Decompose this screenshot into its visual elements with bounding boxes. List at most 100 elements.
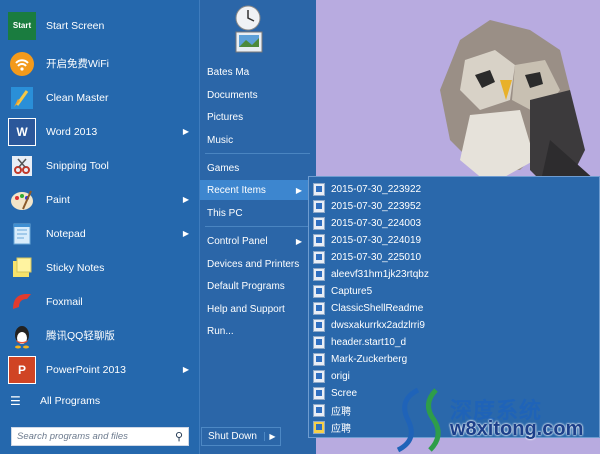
- word-icon: W: [8, 117, 36, 146]
- ppt-tile-text: P: [17, 362, 26, 377]
- palette-icon: [8, 186, 36, 214]
- shutdown-options-arrow-icon[interactable]: ▶: [264, 432, 280, 441]
- recent-item-label: 应聘: [331, 423, 351, 435]
- program-paint[interactable]: Paint ▶: [8, 184, 193, 215]
- image-file-icon: [313, 182, 325, 196]
- submenu-arrow-icon: ▶: [182, 195, 189, 204]
- program-snipping-tool[interactable]: Snipping Tool: [8, 150, 193, 181]
- powerpoint-icon: P: [8, 355, 36, 384]
- program-qq[interactable]: 腾讯QQ轻聊版: [8, 320, 193, 351]
- word-document-icon: [313, 403, 325, 417]
- submenu-arrow-icon: ▶: [295, 185, 302, 195]
- place-label: Devices and Printers: [207, 258, 300, 270]
- program-notepad[interactable]: Notepad ▶: [8, 218, 193, 249]
- foxmail-icon: [8, 288, 36, 316]
- all-programs-label: All Programs: [40, 395, 101, 407]
- recent-item-label: Mark-Zuckerberg: [331, 353, 408, 365]
- recent-item-label: aleevf31hm1jk23rtqbz: [331, 268, 429, 280]
- program-label: Clean Master: [46, 91, 109, 104]
- place-documents[interactable]: Documents: [206, 85, 310, 105]
- place-recent-items[interactable]: Recent Items ▶: [200, 180, 310, 200]
- place-label: Control Panel: [207, 235, 268, 247]
- recent-item[interactable]: aleevf31hm1jk23rtqbz: [313, 265, 473, 283]
- program-label: 腾讯QQ轻聊版: [46, 330, 115, 342]
- place-pictures[interactable]: Pictures: [206, 107, 310, 127]
- program-label: Notepad: [46, 227, 86, 240]
- place-run[interactable]: Run...: [206, 321, 310, 341]
- program-label: Paint: [46, 193, 70, 206]
- qq-penguin-icon: [8, 322, 36, 350]
- submenu-arrow-icon: ▶: [295, 236, 302, 246]
- submenu-arrow-icon: ▶: [182, 127, 189, 136]
- image-file-icon: [313, 386, 325, 400]
- recent-item[interactable]: 2015-07-30_225010: [313, 248, 473, 266]
- recent-item[interactable]: 2015-07-30_223952: [313, 197, 473, 215]
- submenu-arrow-icon: ▶: [182, 365, 189, 374]
- recent-item-label: origi: [331, 370, 350, 382]
- program-label: PowerPoint 2013: [46, 363, 126, 376]
- recent-item-label: Capture5: [331, 285, 373, 297]
- recent-item-label: 2015-07-30_224003: [331, 217, 422, 229]
- user-picture-icon: [235, 5, 263, 53]
- recent-item[interactable]: 2015-07-30_224003: [313, 214, 473, 232]
- image-file-icon: [313, 250, 325, 264]
- place-label: Games: [207, 162, 240, 174]
- recent-item-label: 2015-07-30_224019: [331, 234, 422, 246]
- program-label: Word 2013: [46, 125, 98, 138]
- place-games[interactable]: Games: [206, 158, 310, 178]
- place-control-panel[interactable]: Control Panel ▶: [206, 231, 310, 251]
- place-help-support[interactable]: Help and Support: [206, 299, 310, 319]
- start-screen-tile-text: Start: [12, 21, 32, 30]
- place-label: Music: [207, 134, 234, 146]
- recent-item-label: header.start10_d: [331, 336, 407, 348]
- place-label: This PC: [207, 207, 243, 219]
- program-word-2013[interactable]: W Word 2013 ▶: [8, 116, 193, 147]
- place-label: Run...: [207, 325, 234, 337]
- program-label: Start Screen: [46, 19, 105, 32]
- recent-item-label: 2015-07-30_225010: [331, 251, 422, 263]
- place-label: Bates Ma: [207, 66, 250, 78]
- recent-item[interactable]: Mark-Zuckerberg: [313, 350, 473, 368]
- broom-icon: [8, 84, 36, 112]
- recent-item-label: Scree: [331, 387, 358, 399]
- recent-item[interactable]: Capture5: [313, 282, 473, 300]
- program-clean-master[interactable]: Clean Master: [8, 82, 193, 113]
- separator: [205, 226, 310, 227]
- image-file-icon: [313, 199, 325, 213]
- image-file-icon: [313, 369, 325, 383]
- image-file-icon: [313, 233, 325, 247]
- program-sticky-notes[interactable]: Sticky Notes: [8, 252, 193, 283]
- program-powerpoint-2013[interactable]: P PowerPoint 2013 ▶: [8, 354, 193, 385]
- place-default-programs[interactable]: Default Programs: [206, 276, 310, 296]
- recent-item[interactable]: header.start10_d: [313, 333, 473, 351]
- wifi-icon: [8, 50, 36, 78]
- recent-item[interactable]: ClassicShellReadme: [313, 299, 473, 317]
- recent-item[interactable]: 2015-07-30_224019: [313, 231, 473, 249]
- program-label: 开启免费WiFi: [46, 58, 109, 70]
- search-box[interactable]: Search programs and files ⚲: [11, 427, 189, 446]
- image-file-icon: [313, 216, 325, 230]
- place-user[interactable]: Bates Ma: [206, 62, 310, 82]
- search-input[interactable]: Search programs and files: [12, 431, 170, 442]
- program-foxmail[interactable]: Foxmail: [8, 286, 193, 317]
- search-icon[interactable]: ⚲: [170, 430, 188, 443]
- place-this-pc[interactable]: This PC: [206, 203, 310, 223]
- watermark-url: w8xitong.com: [450, 418, 584, 440]
- image-file-icon: [313, 318, 325, 332]
- recent-item-label: ClassicShellReadme: [331, 302, 424, 314]
- place-label: Documents: [207, 89, 258, 101]
- shutdown-button[interactable]: Shut Down ▶: [201, 427, 281, 446]
- recent-item-label: dwsxakurrkx2adzlrri9: [331, 319, 425, 331]
- recent-item-label: 2015-07-30_223952: [331, 200, 422, 212]
- program-start-screen[interactable]: Start Start Screen: [8, 10, 193, 41]
- recent-item[interactable]: 2015-07-30_223922: [313, 180, 473, 198]
- image-file-icon: [313, 335, 325, 349]
- place-label: Help and Support: [207, 303, 285, 315]
- sticky-notes-icon: [8, 254, 36, 282]
- place-devices-printers[interactable]: Devices and Printers: [206, 254, 310, 274]
- all-programs-button[interactable]: ☰ All Programs: [10, 394, 100, 408]
- recent-item[interactable]: dwsxakurrkx2adzlrri9: [313, 316, 473, 334]
- program-free-wifi[interactable]: 开启免费WiFi: [8, 48, 193, 79]
- place-music[interactable]: Music: [206, 130, 310, 150]
- recent-item-label: 应聘: [331, 406, 351, 418]
